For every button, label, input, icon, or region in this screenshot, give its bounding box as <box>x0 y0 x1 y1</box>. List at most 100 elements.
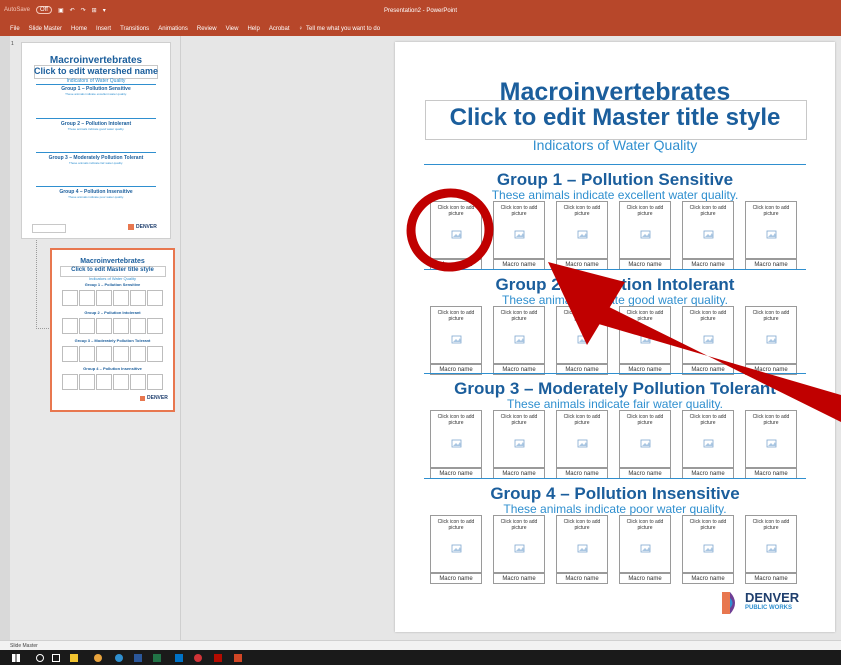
macro-name-field[interactable]: Macro name <box>493 573 545 584</box>
insert-picture-icon[interactable] <box>703 439 715 449</box>
windows-start-icon[interactable] <box>12 654 20 662</box>
slide-title-line2: Click to edit Master title style <box>449 104 781 131</box>
picture-placeholder[interactable]: Click icon to add picture <box>430 515 482 573</box>
slide-subtitle: Indicators of Water Quality <box>532 137 698 153</box>
insert-picture-icon[interactable] <box>703 230 715 240</box>
edge-icon[interactable] <box>115 654 123 662</box>
tab-view[interactable]: View <box>226 26 239 32</box>
insert-picture-icon[interactable] <box>514 230 526 240</box>
slide-canvas[interactable]: Macroinvertebrates Click to edit Master … <box>395 42 835 632</box>
picture-placeholder[interactable]: Click icon to add picture <box>556 306 608 364</box>
insert-picture-icon[interactable] <box>451 544 463 554</box>
insert-picture-icon[interactable] <box>640 439 652 449</box>
insert-picture-icon[interactable] <box>514 335 526 345</box>
macro-name-field[interactable]: Macro name <box>556 573 608 584</box>
picture-placeholder[interactable]: Click icon to add picture <box>556 410 608 468</box>
powerpoint-icon[interactable] <box>234 654 242 662</box>
tab-transitions[interactable]: Transitions <box>120 26 149 32</box>
insert-picture-icon[interactable] <box>577 439 589 449</box>
insert-picture-icon[interactable] <box>514 544 526 554</box>
insert-picture-icon[interactable] <box>640 335 652 345</box>
task-view-icon[interactable] <box>52 654 60 662</box>
insert-picture-icon[interactable] <box>766 439 778 449</box>
insert-picture-icon[interactable] <box>577 335 589 345</box>
picture-placeholder[interactable]: Click icon to add picture <box>682 306 734 364</box>
tab-insert[interactable]: Insert <box>96 26 111 32</box>
picture-placeholder[interactable]: Click icon to add picture <box>493 201 545 259</box>
red-app-icon[interactable] <box>194 654 202 662</box>
insert-picture-icon[interactable] <box>640 230 652 240</box>
insert-picture-icon[interactable] <box>766 230 778 240</box>
insert-picture-icon[interactable] <box>766 335 778 345</box>
thumb1-rule-2 <box>36 152 156 153</box>
insert-picture-icon[interactable] <box>766 544 778 554</box>
thumb2-group-title: Group 4 – Pollution Insensitive <box>83 366 142 371</box>
macro-name-field[interactable]: Macro name <box>430 573 482 584</box>
insert-picture-icon[interactable] <box>640 544 652 554</box>
picture-placeholder[interactable]: Click icon to add picture <box>493 410 545 468</box>
insert-picture-icon[interactable] <box>577 230 589 240</box>
picture-placeholder[interactable]: Click icon to add picture <box>745 306 797 364</box>
picture-placeholder-text: Click icon to add picture <box>437 205 475 217</box>
thumb2-mini-card <box>79 290 95 306</box>
picture-placeholder-text: Click icon to add picture <box>563 205 601 217</box>
picture-placeholder[interactable]: Click icon to add picture <box>619 306 671 364</box>
search-icon[interactable] <box>36 654 44 662</box>
tab-help[interactable]: Help <box>247 26 259 32</box>
word-icon[interactable] <box>134 654 142 662</box>
picture-placeholder[interactable]: Click icon to add picture <box>493 306 545 364</box>
denver-public-works-logo: DENVER PUBLIC WORKS <box>720 589 810 619</box>
tab-home[interactable]: Home <box>71 26 87 32</box>
picture-placeholder[interactable]: Click icon to add picture <box>619 201 671 259</box>
tab-acrobat[interactable]: Acrobat <box>269 26 290 32</box>
tell-me-text: Tell me what you want to do <box>306 26 381 32</box>
picture-placeholder[interactable]: Click icon to add picture <box>430 201 482 259</box>
status-view-label: Slide Master <box>10 643 38 649</box>
thumb2-mini-card <box>96 290 112 306</box>
outlook-icon[interactable] <box>175 654 183 662</box>
insert-picture-icon[interactable] <box>703 544 715 554</box>
picture-placeholder[interactable]: Click icon to add picture <box>682 201 734 259</box>
tell-me-box[interactable]: ♀ Tell me what you want to do <box>299 26 381 32</box>
group-divider <box>424 164 806 165</box>
insert-picture-icon[interactable] <box>703 335 715 345</box>
picture-placeholder[interactable]: Click icon to add picture <box>619 515 671 573</box>
excel-icon[interactable] <box>153 654 161 662</box>
picture-placeholder[interactable]: Click icon to add picture <box>430 306 482 364</box>
thumb2-mini-card <box>62 346 78 362</box>
denver-logo-mark-icon <box>722 592 735 614</box>
tab-slide-master[interactable]: Slide Master <box>29 26 62 32</box>
thumb1-rule-3 <box>36 186 156 187</box>
macro-name-field[interactable]: Macro name <box>619 573 671 584</box>
picture-placeholder-text: Click icon to add picture <box>626 205 664 217</box>
macro-name-field[interactable]: Macro name <box>682 573 734 584</box>
tab-animations[interactable]: Animations <box>158 26 188 32</box>
tab-file[interactable]: File <box>10 26 20 32</box>
slide-number: 1 <box>11 41 14 47</box>
insert-picture-icon[interactable] <box>514 439 526 449</box>
insert-picture-icon[interactable] <box>451 335 463 345</box>
tab-review[interactable]: Review <box>197 26 217 32</box>
macro-name-field[interactable]: Macro name <box>745 573 797 584</box>
chrome-icon[interactable] <box>94 654 102 662</box>
thumb2-mini-card <box>79 374 95 390</box>
picture-placeholder[interactable]: Click icon to add picture <box>682 410 734 468</box>
picture-placeholder[interactable]: Click icon to add picture <box>682 515 734 573</box>
insert-picture-icon[interactable] <box>451 230 463 240</box>
picture-placeholder[interactable]: Click icon to add picture <box>430 410 482 468</box>
group-title: Group 4 – Pollution Insensitive <box>490 484 740 503</box>
file-explorer-icon[interactable] <box>70 654 78 662</box>
picture-placeholder[interactable]: Click icon to add picture <box>493 515 545 573</box>
insert-picture-icon[interactable] <box>451 439 463 449</box>
insert-picture-icon[interactable] <box>577 544 589 554</box>
picture-placeholder-text: Click icon to add picture <box>500 519 538 531</box>
picture-placeholder[interactable]: Click icon to add picture <box>556 201 608 259</box>
layout-thumbnail-selected[interactable]: Macroinvertebrates Click to edit Master … <box>50 248 175 412</box>
picture-placeholder[interactable]: Click icon to add picture <box>745 410 797 468</box>
master-thumbnail[interactable]: Macroinvertebrates Click to edit watersh… <box>21 42 171 239</box>
acrobat-icon[interactable] <box>214 654 222 662</box>
picture-placeholder[interactable]: Click icon to add picture <box>619 410 671 468</box>
picture-placeholder[interactable]: Click icon to add picture <box>745 201 797 259</box>
picture-placeholder[interactable]: Click icon to add picture <box>556 515 608 573</box>
picture-placeholder[interactable]: Click icon to add picture <box>745 515 797 573</box>
